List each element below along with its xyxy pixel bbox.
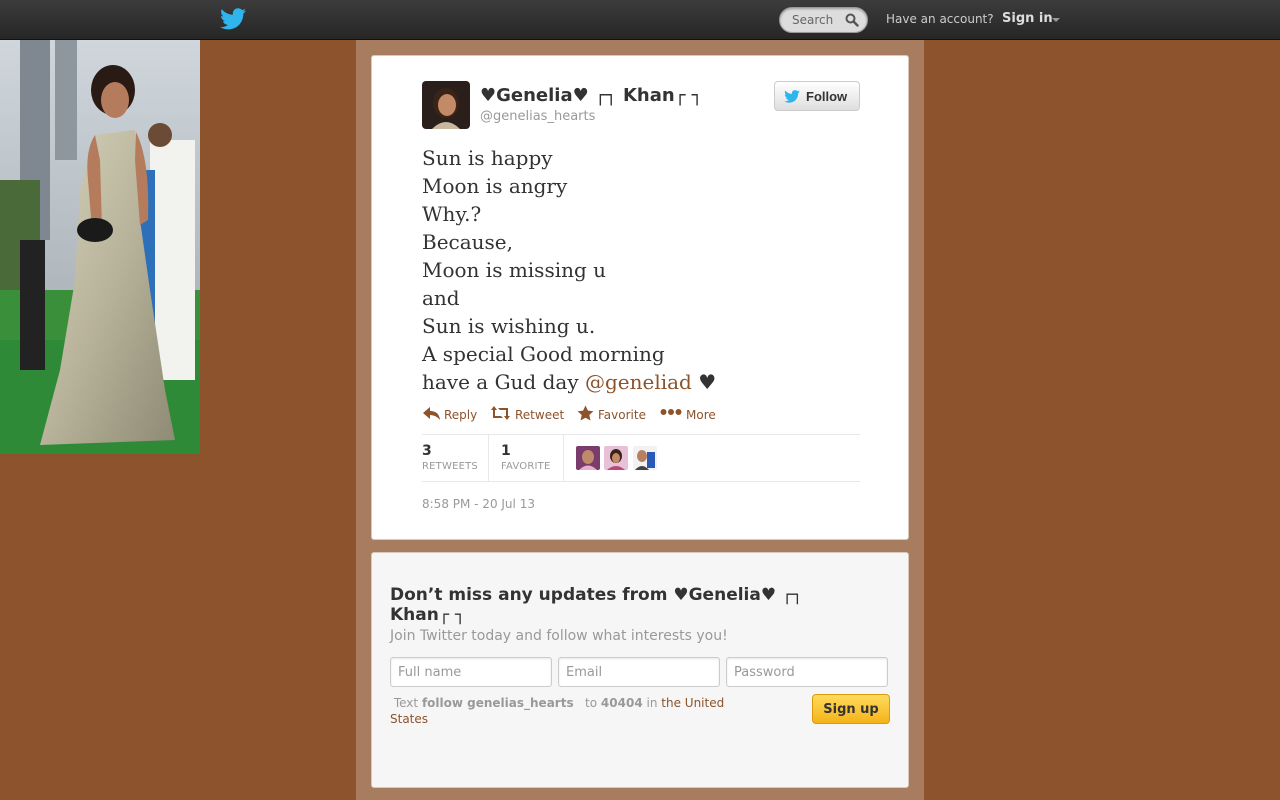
- sms-follow-text: Text follow genelias_hearts to 40404 in …: [390, 695, 740, 727]
- sms-number: 40404: [600, 696, 643, 710]
- tweet-line: Sun is happy: [422, 146, 553, 170]
- retweets-stat[interactable]: 3 RETWEETS: [422, 435, 488, 481]
- more-label: More: [686, 408, 716, 422]
- search-icon[interactable]: [845, 13, 859, 27]
- signup-subtitle: Join Twitter today and follow what inter…: [390, 628, 728, 644]
- have-account-text: Have an account?: [886, 12, 994, 26]
- star-icon: [577, 405, 594, 421]
- twitter-bird-icon: [784, 90, 800, 103]
- tweet-stats: 3 RETWEETS 1 FAVORITE: [422, 434, 860, 482]
- sms-text-label: Text: [393, 696, 419, 710]
- tweet-line: Because,: [422, 230, 513, 254]
- search-box[interactable]: Search: [779, 7, 868, 33]
- signup-title: Don’t miss any updates from ♥Genelia♥ ┌┐…: [390, 585, 803, 625]
- tweet-text: Sun is happy Moon is angry Why.? Because…: [422, 144, 862, 396]
- tweet-timestamp[interactable]: 8:58 PM - 20 Jul 13: [422, 497, 535, 511]
- reply-label: Reply: [444, 408, 478, 422]
- favorites-stat[interactable]: 1 FAVORITE: [501, 435, 563, 481]
- stats-divider: [488, 435, 489, 481]
- tweet-line-last: have a Gud day @geneliad ♥: [422, 368, 862, 396]
- mention-link[interactable]: @geneliad: [585, 370, 692, 394]
- reply-icon: [423, 407, 440, 420]
- tweet-card: ♥Genelia♥ ┌┐ Khan┌ ┐ @genelias_hearts Fo…: [371, 55, 909, 540]
- email-field[interactable]: [558, 657, 720, 687]
- tweet-line: Sun is wishing u.: [422, 314, 596, 338]
- password-field[interactable]: [726, 657, 888, 687]
- favorites-count: 1: [501, 443, 511, 459]
- tweet-line-prefix: have a Gud day: [422, 370, 585, 394]
- avatar[interactable]: [422, 81, 470, 129]
- tweet-line: Why.?: [422, 202, 482, 226]
- favorites-label: FAVORITE: [501, 461, 551, 472]
- more-dots-icon: [660, 409, 682, 415]
- sms-command: follow genelias_hearts: [421, 696, 574, 710]
- profile-background-photo: [0, 40, 200, 454]
- search-placeholder[interactable]: Search: [792, 13, 833, 27]
- favorite-label: Favorite: [598, 408, 646, 422]
- username-handle[interactable]: @genelias_hearts: [480, 109, 595, 124]
- tweet-line-suffix: ♥: [691, 370, 717, 394]
- retweets-label: RETWEETS: [422, 461, 478, 472]
- twitter-bird-icon[interactable]: [220, 8, 246, 30]
- tweet-line: and: [422, 286, 460, 310]
- tweet-line: Moon is angry: [422, 174, 568, 198]
- retweet-icon: [491, 406, 510, 420]
- tweet-line: A special Good morning: [422, 342, 665, 366]
- stats-divider: [563, 435, 564, 481]
- avatar[interactable]: [604, 446, 628, 470]
- signup-button[interactable]: Sign up: [812, 694, 890, 724]
- sms-to-label: to: [585, 696, 598, 710]
- retweet-label: Retweet: [515, 408, 565, 422]
- follow-button-label: Follow: [806, 89, 848, 104]
- retweets-count: 3: [422, 443, 432, 459]
- follow-button[interactable]: Follow: [774, 81, 860, 111]
- top-bar: Search Have an account? Sign in: [0, 0, 1280, 40]
- tweet-line: Moon is missing u: [422, 258, 607, 282]
- chevron-down-icon[interactable]: [1052, 18, 1060, 22]
- display-name[interactable]: ♥Genelia♥ ┌┐ Khan┌ ┐: [480, 85, 703, 106]
- signup-card: Don’t miss any updates from ♥Genelia♥ ┌┐…: [371, 552, 909, 788]
- signin-link[interactable]: Sign in: [1002, 11, 1053, 26]
- fullname-field[interactable]: [390, 657, 552, 687]
- sms-in-label: in: [646, 696, 658, 710]
- avatar[interactable]: [633, 446, 657, 470]
- avatar[interactable]: [576, 446, 600, 470]
